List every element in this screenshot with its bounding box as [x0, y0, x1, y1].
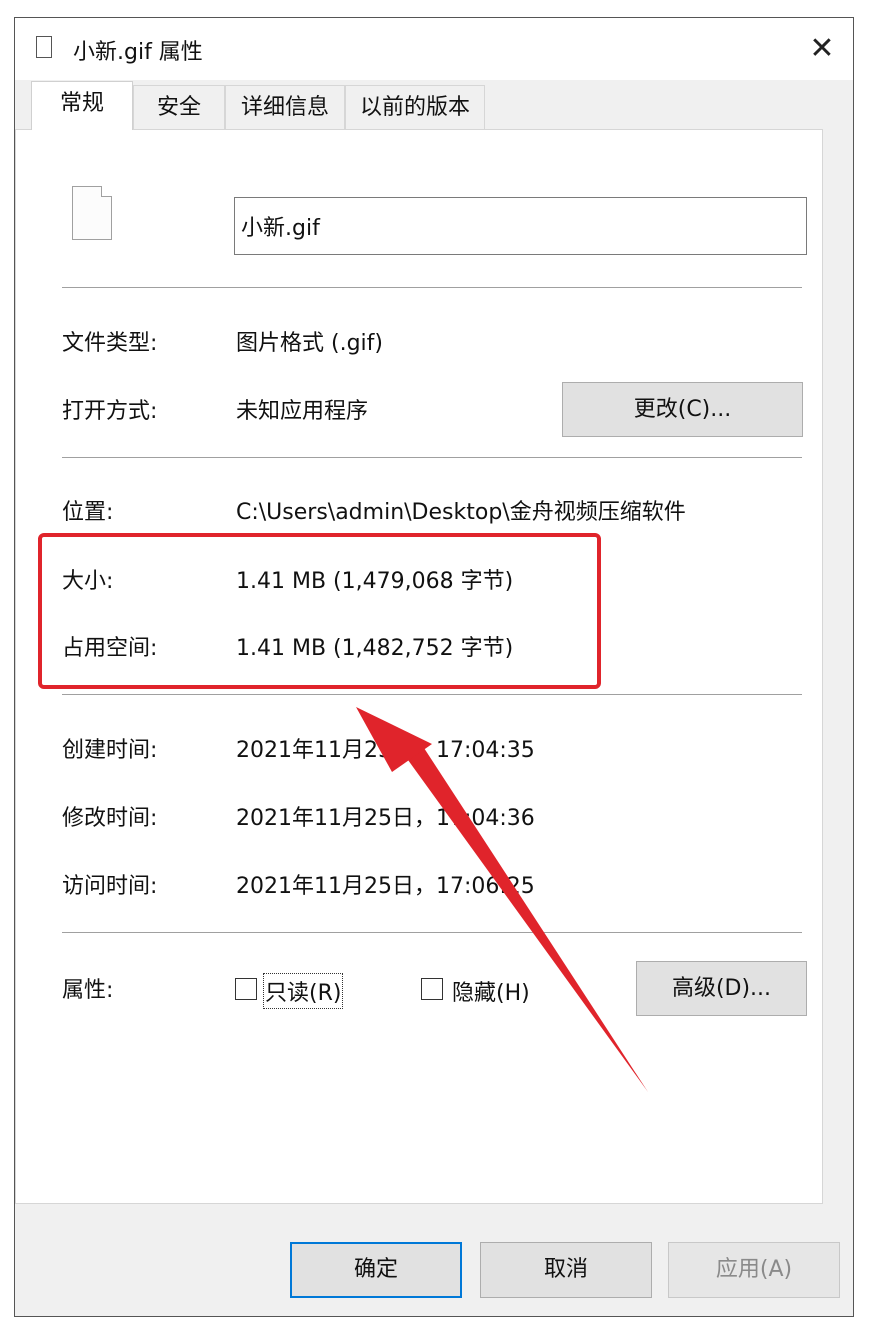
- tab-general[interactable]: 常规: [31, 81, 133, 130]
- annotation-arrow-icon: [356, 707, 648, 1092]
